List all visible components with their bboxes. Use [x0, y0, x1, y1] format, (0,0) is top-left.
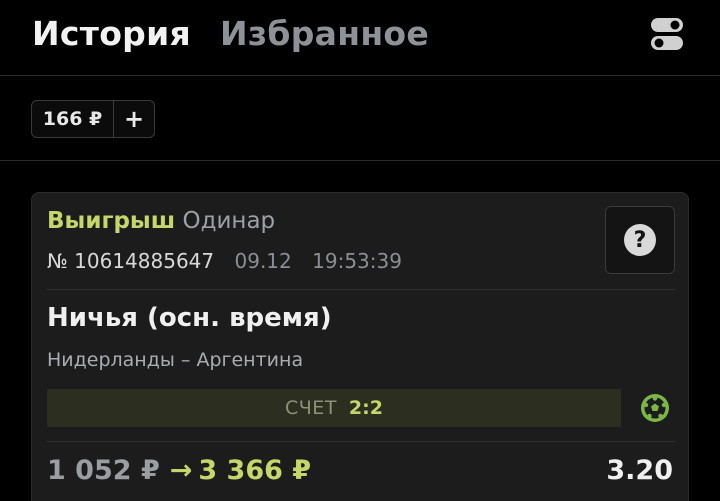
- stake-amount: 1 052 ₽: [47, 455, 160, 486]
- bet-outcome: Ничья (осн. время): [47, 303, 332, 333]
- bet-status-line: Выигрыш Одинар: [47, 208, 275, 234]
- add-funds-button[interactable]: +: [114, 101, 154, 137]
- divider: [47, 441, 675, 442]
- match-teams: Нидерланды – Аргентина: [47, 349, 304, 371]
- bet-type: Одинар: [182, 208, 276, 234]
- tab-favorites[interactable]: Избранное: [220, 14, 429, 53]
- bet-date: 09.12: [234, 249, 292, 273]
- score-bar: СЧЕТ 2:2: [47, 389, 621, 427]
- bet-number: № 10614885647: [47, 249, 215, 273]
- balance-row: 166 ₽ +: [0, 77, 720, 161]
- question-icon: ?: [624, 224, 656, 256]
- soccer-ball-icon: [641, 394, 669, 422]
- balance-widget: 166 ₽ +: [31, 100, 155, 138]
- score-label: СЧЕТ: [285, 397, 337, 419]
- payout-amount: 3 366 ₽: [198, 455, 312, 486]
- balance-amount[interactable]: 166 ₽: [32, 101, 114, 137]
- bet-card[interactable]: Выигрыш Одинар № 10614885647 09.12 19:53…: [31, 192, 689, 501]
- arrow-right-icon: →: [169, 455, 193, 486]
- toggle-switches-icon[interactable]: [650, 17, 684, 51]
- divider: [47, 289, 675, 290]
- help-button[interactable]: ?: [605, 206, 675, 274]
- bet-coefficient: 3.20: [606, 455, 673, 486]
- tab-history[interactable]: История: [32, 14, 191, 53]
- bet-id-line: № 10614885647 09.12 19:53:39: [47, 249, 402, 273]
- stake-payout: 1 052 ₽ → 3 366 ₽: [47, 455, 311, 486]
- bet-status: Выигрыш: [47, 208, 176, 234]
- app-header: История Избранное: [0, 0, 720, 76]
- score-value: 2:2: [348, 397, 383, 419]
- bet-time: 19:53:39: [312, 249, 402, 273]
